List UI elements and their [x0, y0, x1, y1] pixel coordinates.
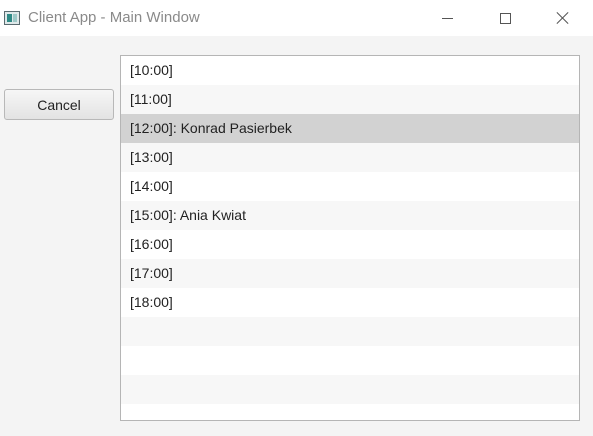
main-window: Client App - Main Window Cancel [10:00][…: [0, 0, 593, 436]
list-item[interactable]: [18:00]: [121, 288, 579, 317]
app-window-icon: [4, 11, 20, 25]
maximize-button[interactable]: [482, 0, 528, 36]
list-item[interactable]: [14:00]: [121, 172, 579, 201]
list-item[interactable]: [11:00]: [121, 85, 579, 114]
list-item[interactable]: [10:00]: [121, 56, 579, 85]
list-item[interactable]: [15:00]: Ania Kwiat: [121, 201, 579, 230]
window-title: Client App - Main Window: [28, 9, 200, 26]
minimize-icon: [441, 17, 453, 19]
empty-list-row: [121, 404, 579, 420]
empty-list-row: [121, 375, 579, 404]
schedule-list[interactable]: [10:00] [11:00] [12:00]: Konrad Pasierbek[…: [120, 55, 580, 421]
empty-list-row: [121, 317, 579, 346]
list-item[interactable]: [13:00]: [121, 143, 579, 172]
close-button[interactable]: [540, 0, 586, 36]
close-icon: [557, 12, 569, 24]
list-item[interactable]: [12:00]: Konrad Pasierbek: [121, 114, 579, 143]
title-bar[interactable]: Client App - Main Window: [0, 0, 593, 36]
list-item[interactable]: [16:00]: [121, 230, 579, 259]
minimize-button[interactable]: [424, 0, 470, 36]
empty-list-row: [121, 346, 579, 375]
maximize-icon: [499, 12, 511, 24]
list-item[interactable]: [17:00]: [121, 259, 579, 288]
cancel-button[interactable]: Cancel: [4, 89, 114, 120]
